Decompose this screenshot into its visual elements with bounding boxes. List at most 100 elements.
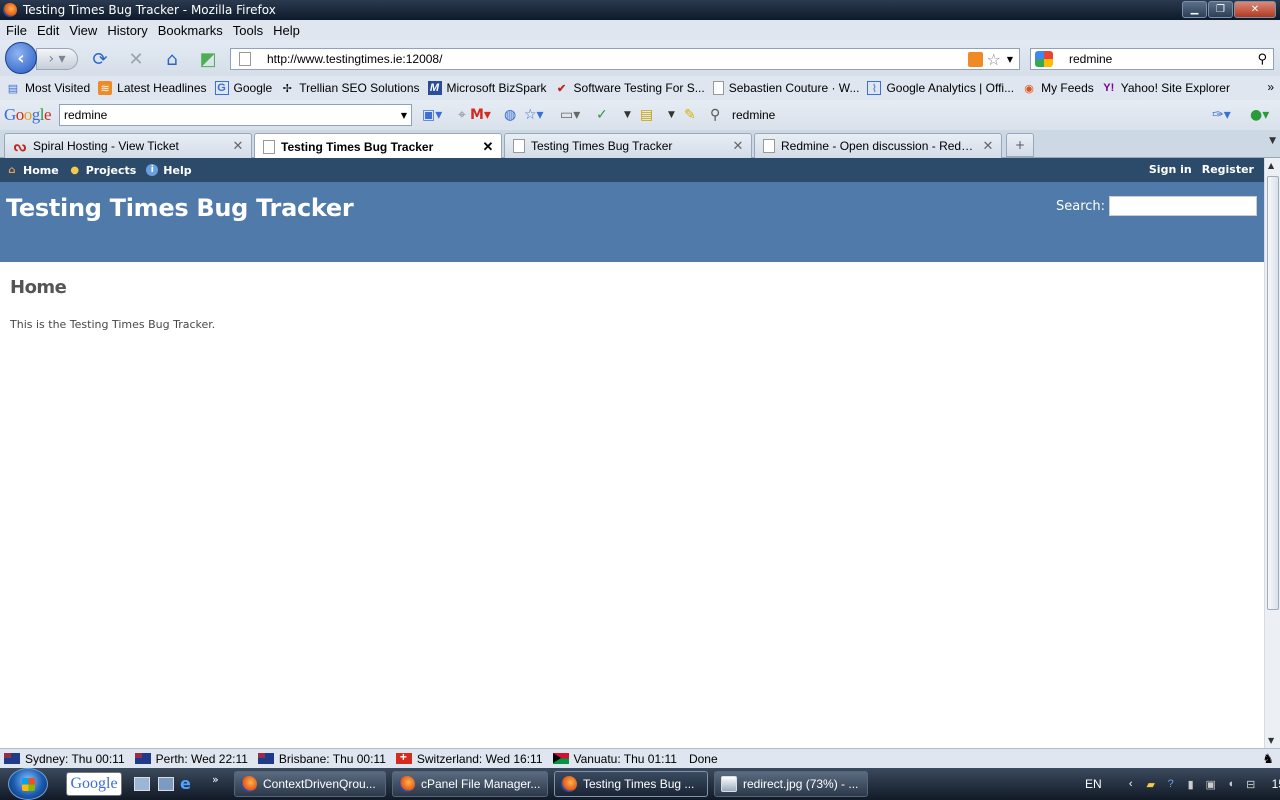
tray-network-status-icon[interactable]: ⊟ (1244, 777, 1258, 791)
tray-help-icon[interactable]: ? (1164, 777, 1178, 791)
bookmark-star-icon[interactable]: ☆ (987, 50, 1001, 69)
menu-history[interactable]: History (107, 23, 147, 38)
reload-icon[interactable]: ⟳ (90, 49, 110, 70)
spellcheck-icon[interactable]: ✓ (596, 107, 608, 123)
google-search-input[interactable] (64, 108, 401, 122)
close-tab-icon[interactable]: ✕ (481, 139, 495, 155)
url-dropdown-icon[interactable]: ▼ (1007, 55, 1013, 64)
google-search-box[interactable]: ▼ (59, 104, 412, 126)
register-link[interactable]: Register (1202, 163, 1254, 176)
addon-status-icon[interactable]: ♞ (1262, 751, 1274, 767)
minimize-button[interactable]: ▁ (1182, 1, 1207, 18)
highlighter-icon[interactable]: ✎ (684, 107, 696, 123)
vertical-scrollbar[interactable]: ▲ ▼ (1264, 158, 1280, 748)
forward-button[interactable]: › ▾ (36, 48, 78, 70)
gmail-icon[interactable]: M▾ (470, 107, 491, 123)
bookmark-most-visited[interactable]: ▤ Most Visited (6, 81, 90, 95)
bookmark-yahoo[interactable]: Y! Yahoo! Site Explorer (1102, 81, 1230, 95)
close-window-button[interactable]: ✕ (1234, 1, 1276, 18)
tray-volume-icon[interactable]: ◖ (1224, 777, 1238, 791)
sign-in-link[interactable]: Sign in (1149, 163, 1192, 176)
australia-flag-icon (134, 753, 151, 764)
tab-list-icon[interactable]: ▼ (1269, 136, 1276, 146)
new-tab-button[interactable]: + (1006, 133, 1034, 157)
site-title[interactable]: Testing Times Bug Tracker (6, 194, 354, 222)
menu-help[interactable]: Help (273, 23, 300, 38)
menu-bookmarks[interactable]: Bookmarks (158, 23, 223, 38)
addon-icon[interactable]: ◩ (198, 49, 218, 70)
bookmark-latest-headlines[interactable]: ≋ Latest Headlines (98, 81, 207, 95)
taskbar-button-cpanel[interactable]: cPanel File Manager... (392, 771, 548, 797)
globe-icon[interactable]: ◍ (504, 107, 516, 123)
scroll-down-icon[interactable]: ▼ (1268, 736, 1274, 745)
top-menu-help[interactable]: i Help (146, 164, 192, 177)
spellcheck-dropdown-icon[interactable]: ▼ (624, 110, 631, 120)
tab-testing-times[interactable]: Testing Times Bug Tracker ✕ (504, 133, 752, 158)
bookmark-my-feeds[interactable]: ◉ My Feeds (1022, 81, 1094, 95)
rss-icon[interactable] (967, 51, 983, 67)
translate-dropdown-icon[interactable]: ▼ (668, 110, 675, 120)
bookmark-star-icon[interactable]: ☆▾ (524, 107, 544, 123)
status-dot-icon[interactable]: ●▾ (1250, 107, 1269, 123)
taskbar-button-testing-times[interactable]: Testing Times Bug ... (554, 771, 708, 797)
translate-icon[interactable]: ▤ (640, 107, 653, 123)
tab-redmine-discussion[interactable]: Redmine - Open discussion - Redm... ✕ (754, 133, 1002, 158)
taskbar-button-redirect[interactable]: redirect.jpg (73%) - ... (714, 771, 868, 797)
bookmark-software-testing[interactable]: ✔ Software Testing For S... (555, 81, 705, 95)
switch-windows-icon[interactable] (158, 777, 174, 791)
address-bar[interactable]: http://www.testingtimes.ie:12008/ ☆ ▼ (230, 48, 1020, 70)
close-tab-icon[interactable]: ✕ (981, 138, 995, 154)
internet-explorer-icon[interactable]: e (180, 774, 196, 793)
google-search-icon[interactable]: ▣▾ (422, 107, 442, 123)
find-icon[interactable]: ⚲ (710, 107, 720, 123)
taskbar-button-contextdriven[interactable]: ContextDrivenQrou... (234, 771, 386, 797)
tray-device-icon[interactable]: ▮ (1184, 777, 1198, 791)
google-deskbar[interactable]: Google (66, 772, 122, 796)
bookmark-bizspark[interactable]: M Microsoft BizSpark (427, 81, 547, 95)
tray-folder-icon[interactable]: ▰ (1144, 777, 1158, 791)
start-button[interactable] (8, 768, 48, 800)
google-search-dropdown-icon[interactable]: ▼ (401, 111, 407, 120)
welcome-text: This is the Testing Times Bug Tracker. (10, 318, 216, 331)
scroll-up-icon[interactable]: ▲ (1268, 161, 1274, 170)
share-icon[interactable]: ⌖ (458, 107, 466, 123)
bookmark-trellian[interactable]: ✢ Trellian SEO Solutions (280, 81, 420, 95)
tray-network-icon[interactable]: ▣ (1204, 777, 1218, 791)
scrollbar-thumb[interactable] (1267, 176, 1279, 610)
maximize-button[interactable]: ❐ (1208, 1, 1233, 18)
menu-file[interactable]: File (6, 23, 27, 38)
firefox-icon (3, 3, 17, 17)
system-clock[interactable]: 15:11 (1272, 777, 1280, 791)
bookmark-google[interactable]: G Google (214, 81, 272, 95)
wrench-icon[interactable]: ✑▾ (1212, 107, 1231, 123)
tray-expand-icon[interactable]: ‹ (1124, 777, 1138, 791)
quick-search-input[interactable] (1109, 196, 1258, 216)
bookmark-sebastien[interactable]: Sebastien Couture · W... (712, 81, 859, 95)
highlight-term-button[interactable]: redmine (732, 108, 775, 122)
menu-edit[interactable]: Edit (37, 23, 59, 38)
menu-tools[interactable]: Tools (233, 23, 263, 38)
bookmark-analytics[interactable]: ⌇ Google Analytics | Offi... (867, 81, 1014, 95)
close-tab-icon[interactable]: ✕ (731, 138, 745, 154)
language-indicator[interactable]: EN (1085, 777, 1102, 791)
top-menu-home[interactable]: ⌂ Home (6, 164, 58, 177)
back-button[interactable]: ‹ (5, 42, 37, 74)
google-logo[interactable]: Google (4, 105, 52, 125)
search-icon[interactable]: ⚲ (1257, 52, 1267, 67)
search-bar[interactable]: ⚲ (1030, 48, 1274, 70)
close-tab-icon[interactable]: ✕ (231, 138, 245, 154)
autofill-icon[interactable]: ▭▾ (560, 107, 580, 123)
tab-spiral-hosting[interactable]: ᔓ Spiral Hosting - View Ticket ✕ (4, 133, 252, 158)
bookmarks-overflow-icon[interactable]: » (1267, 80, 1274, 94)
search-input[interactable] (1069, 52, 1258, 66)
top-menu-projects[interactable]: ● Projects (69, 164, 136, 177)
image-viewer-icon (721, 776, 737, 792)
home-icon[interactable]: ⌂ (162, 49, 182, 70)
url-text[interactable]: http://www.testingtimes.ie:12008/ (267, 52, 968, 66)
tab-testing-times-active[interactable]: Testing Times Bug Tracker ✕ (254, 133, 502, 159)
show-desktop-icon[interactable] (134, 777, 150, 791)
menu-view[interactable]: View (69, 23, 97, 38)
stop-icon[interactable]: ✕ (126, 49, 146, 70)
quick-launch-overflow-icon[interactable]: » (212, 773, 219, 786)
search-engine-icon[interactable] (1035, 51, 1053, 67)
